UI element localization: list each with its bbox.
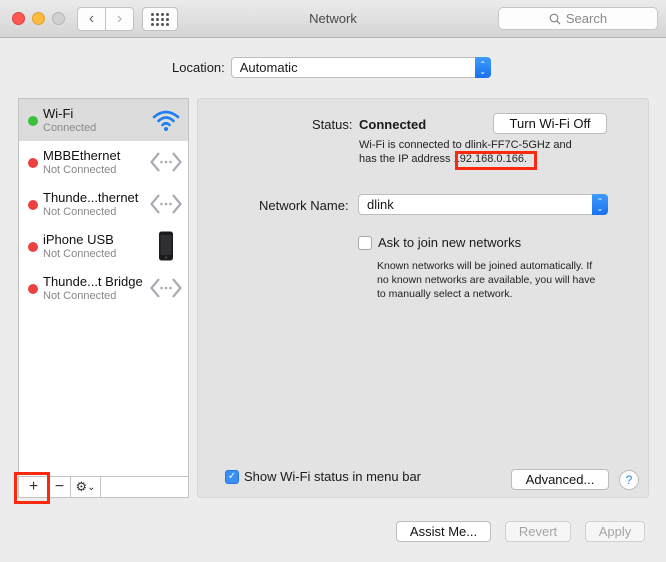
- help-icon: ?: [625, 473, 633, 487]
- status-description: Wi-Fi is connected to dlink-FF7C-5GHz an…: [359, 138, 572, 166]
- iphone-icon: [150, 231, 182, 261]
- service-status: Not Connected: [43, 290, 117, 302]
- help-button[interactable]: ?: [619, 470, 639, 490]
- service-item[interactable]: iPhone USB Not Connected: [19, 225, 188, 267]
- ethernet-icon: [150, 273, 182, 303]
- status-value: Connected: [359, 117, 427, 132]
- updown-arrows-icon: ⌃ ⌄: [592, 194, 608, 215]
- ask-join-desc-line3: to manually select a network.: [377, 288, 513, 300]
- show-status-row: ✓ Show Wi-Fi status in menu bar: [225, 469, 421, 484]
- revert-button[interactable]: Revert: [505, 521, 571, 542]
- title-bar: ‹ › Network Search: [0, 0, 666, 38]
- show-status-label: Show Wi-Fi status in menu bar: [244, 469, 422, 484]
- status-dot: [28, 116, 38, 126]
- ask-join-checkbox[interactable]: [358, 235, 372, 250]
- chevron-down-icon: ⌄: [87, 481, 96, 493]
- network-name-label: Network Name:: [259, 198, 349, 213]
- assist-me-button[interactable]: Assist Me...: [396, 521, 491, 542]
- network-name-select[interactable]: dlink ⌃ ⌄: [358, 194, 608, 215]
- turn-wifi-off-label: Turn Wi-Fi Off: [509, 116, 591, 131]
- ask-join-desc-line1: Known networks will be joined automatica…: [377, 260, 593, 272]
- location-row: Location: Automatic ⌃ ⌄: [172, 57, 491, 78]
- service-item[interactable]: Wi-Fi Connected: [19, 99, 188, 141]
- plus-icon: +: [28, 478, 39, 495]
- search-placeholder: Search: [565, 11, 608, 26]
- checkmark-icon: ✓: [227, 471, 237, 482]
- minus-icon: −: [54, 478, 65, 495]
- location-value: Automatic: [239, 60, 298, 75]
- service-status: Not Connected: [43, 248, 117, 260]
- advanced-label: Advanced...: [525, 472, 595, 487]
- service-name: Thunde...thernet: [43, 190, 139, 205]
- service-item[interactable]: Thunde...thernet Not Connected: [19, 183, 188, 225]
- status-dot: [28, 242, 38, 252]
- ask-join-label: Ask to join new networks: [378, 235, 522, 250]
- service-status: Connected: [43, 122, 97, 134]
- updown-arrows-icon: ⌃ ⌄: [474, 57, 491, 78]
- turn-wifi-off-button[interactable]: Turn Wi-Fi Off: [493, 113, 607, 134]
- apply-button[interactable]: Apply: [585, 521, 645, 542]
- assist-me-label: Assist Me...: [409, 524, 478, 539]
- network-name-value: dlink: [367, 197, 394, 212]
- wifi-icon: [150, 105, 182, 135]
- search-icon: [549, 13, 561, 24]
- ethernet-icon: [150, 147, 182, 177]
- ask-join-row: Ask to join new networks: [358, 235, 521, 250]
- location-select[interactable]: Automatic ⌃ ⌄: [230, 57, 491, 78]
- action-menu-button[interactable]: ⚙ ⌄: [71, 477, 101, 497]
- service-list: Wi-Fi Connected MBBEthernet Not Connected Th…: [18, 98, 189, 498]
- status-dot: [28, 158, 38, 168]
- status-desc-line1: Wi-Fi is connected to dlink-FF7C-5GHz an…: [359, 139, 572, 151]
- ask-join-desc-line2: no known networks are available, you wil…: [377, 274, 596, 286]
- show-status-checkbox[interactable]: ✓: [225, 469, 239, 484]
- service-list-toolbar: + − ⚙ ⌄: [18, 476, 189, 498]
- service-name: MBBEthernet: [43, 148, 121, 163]
- ip-address: 192.168.0.166.: [453, 153, 527, 165]
- service-item[interactable]: MBBEthernet Not Connected: [19, 141, 188, 183]
- status-desc-line2: has the IP address: [359, 153, 454, 165]
- service-item[interactable]: Thunde...t Bridge Not Connected: [19, 267, 188, 309]
- remove-service-button[interactable]: −: [49, 477, 71, 497]
- location-label: Location:: [172, 60, 225, 75]
- revert-label: Revert: [518, 524, 558, 539]
- status-label: Status:: [312, 117, 353, 132]
- advanced-button[interactable]: Advanced...: [511, 469, 609, 490]
- status-dot: [28, 284, 38, 294]
- ask-join-description: Known networks will be joined automatica…: [377, 259, 595, 301]
- service-name: Wi-Fi: [43, 106, 74, 121]
- gear-icon: ⚙: [75, 479, 88, 494]
- apply-label: Apply: [598, 524, 632, 539]
- service-status: Not Connected: [43, 164, 117, 176]
- detail-panel: Status: Connected Turn Wi-Fi Off Wi-Fi i…: [197, 98, 649, 498]
- search-input[interactable]: Search: [498, 7, 658, 30]
- ethernet-icon: [150, 189, 182, 219]
- service-name: Thunde...t Bridge: [43, 274, 143, 289]
- add-service-button[interactable]: +: [19, 477, 49, 497]
- status-dot: [28, 200, 38, 210]
- service-name: iPhone USB: [43, 232, 114, 247]
- service-status: Not Connected: [43, 206, 117, 218]
